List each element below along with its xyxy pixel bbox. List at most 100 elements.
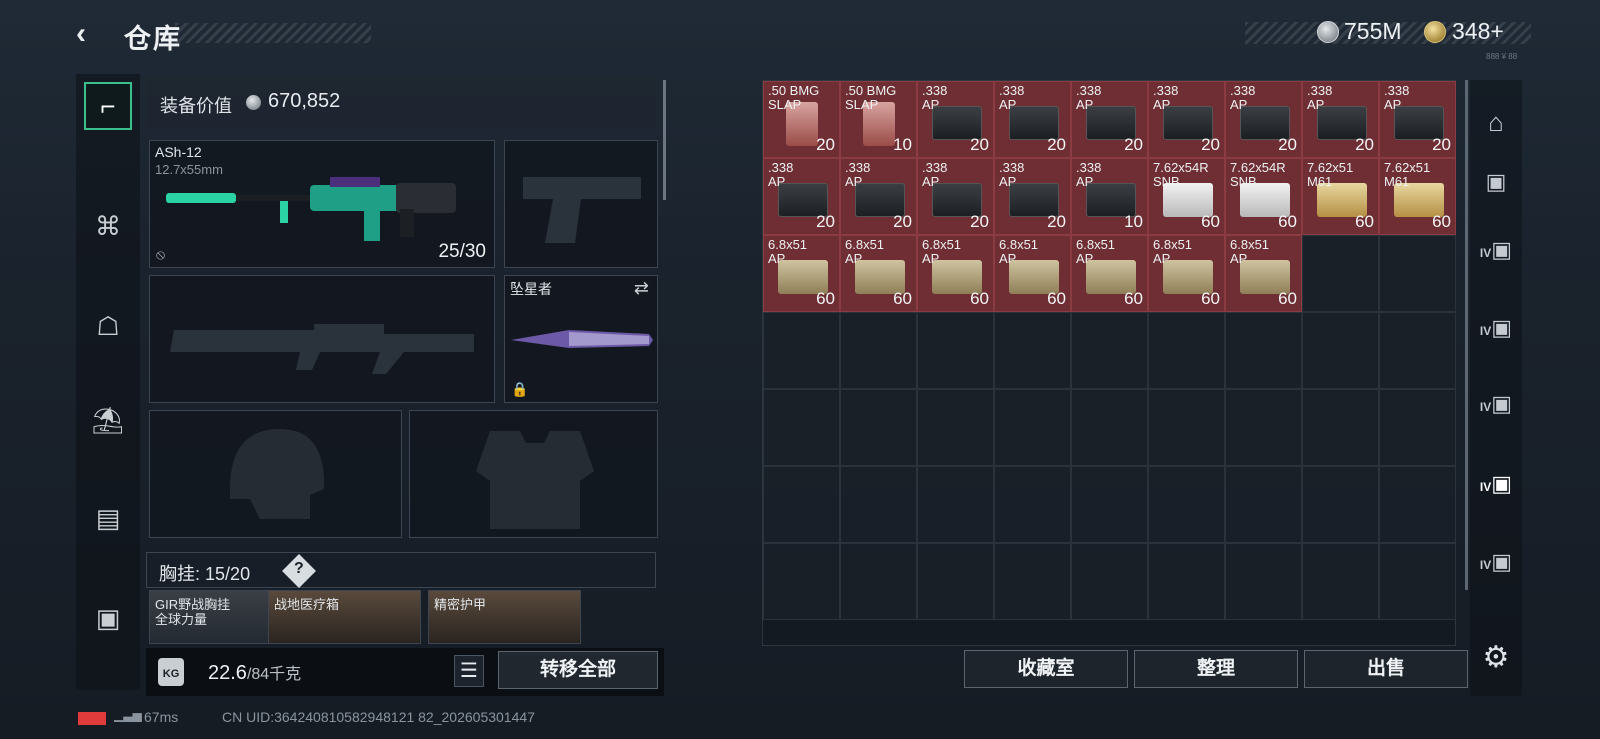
ammo-name: .338 AP <box>922 160 948 189</box>
ammo-item[interactable]: .338 AP 20 <box>763 158 840 235</box>
tab-toolbox-icon[interactable]: ▣ <box>84 594 132 642</box>
stash-cell[interactable] <box>917 466 994 543</box>
tab-container-icon[interactable]: ▤ <box>84 494 132 542</box>
equipment-scrollbar[interactable] <box>663 80 666 200</box>
ammo-item[interactable]: 6.8x51 AP 60 <box>917 235 994 312</box>
ammo-item[interactable]: .338 AP 20 <box>1225 81 1302 158</box>
pistol-slot[interactable] <box>504 140 658 268</box>
tab-chest-rig-icon[interactable]: ⌘ <box>84 202 132 250</box>
case-icon[interactable]: IV▣ <box>1476 464 1516 504</box>
chest-item[interactable]: 精密护甲 <box>428 590 581 644</box>
collection-room-button[interactable]: 收藏室 <box>964 650 1128 688</box>
chest-item[interactable]: 战地医疗箱 <box>268 590 421 644</box>
ammo-item[interactable]: .338 AP 20 <box>1071 81 1148 158</box>
tab-bag-icon[interactable]: ⛱ <box>84 396 132 444</box>
settings-gear-icon[interactable]: ⚙ <box>1478 640 1514 676</box>
ammo-item[interactable]: 6.8x51 AP 60 <box>1225 235 1302 312</box>
melee-slot[interactable]: 坠星者 ⇄ 🔒 <box>504 275 658 403</box>
ammo-item[interactable]: .338 AP 20 <box>1379 81 1456 158</box>
ammo-item[interactable]: 6.8x51 AP 60 <box>1071 235 1148 312</box>
stash-cell[interactable] <box>994 389 1071 466</box>
stash-cell[interactable] <box>1148 466 1225 543</box>
stash-cell[interactable] <box>1379 312 1456 389</box>
rifle-silhouette-icon <box>170 324 474 374</box>
stash-cell[interactable] <box>763 543 840 620</box>
add-coins-button[interactable]: + <box>1490 18 1503 44</box>
back-button[interactable]: ‹ <box>76 18 106 50</box>
ammo-item[interactable]: .338 AP 20 <box>1302 81 1379 158</box>
stash-cell[interactable] <box>1302 543 1379 620</box>
case-icon[interactable]: ▣ <box>1476 162 1516 202</box>
sort-button[interactable]: 整理 <box>1134 650 1298 688</box>
stash-cell[interactable] <box>917 312 994 389</box>
ammo-item[interactable]: .338 AP 20 <box>840 158 917 235</box>
stash-cell[interactable] <box>994 312 1071 389</box>
stash-cell[interactable] <box>1302 235 1379 312</box>
stash-cell[interactable] <box>840 389 917 466</box>
premium-coin-amount[interactable]: 348+ <box>1452 18 1504 45</box>
stash-cell[interactable] <box>1071 389 1148 466</box>
stash-cell[interactable] <box>917 543 994 620</box>
ammo-item[interactable]: .50 BMG SLAP 10 <box>840 81 917 158</box>
stash-cell[interactable] <box>840 466 917 543</box>
ammo-item[interactable]: .338 AP 20 <box>994 158 1071 235</box>
ammo-item[interactable]: 6.8x51 AP 60 <box>840 235 917 312</box>
ammo-item[interactable]: 7.62x51 M61 60 <box>1302 158 1379 235</box>
ammo-item[interactable]: 6.8x51 AP 60 <box>763 235 840 312</box>
ammo-item[interactable]: 7.62x54R SNB 60 <box>1225 158 1302 235</box>
ammo-item[interactable]: 7.62x51 M61 60 <box>1379 158 1456 235</box>
case-icon[interactable]: IV▣ <box>1476 384 1516 424</box>
ammo-item[interactable]: .338 AP 20 <box>917 81 994 158</box>
tab-weapons-pistol-icon[interactable]: ⌐ <box>84 82 132 130</box>
stash-cell[interactable] <box>1379 466 1456 543</box>
stash-cell[interactable] <box>1071 543 1148 620</box>
helmet-slot[interactable] <box>149 410 402 538</box>
case-icon[interactable]: IV▣ <box>1476 308 1516 348</box>
stash-cell[interactable] <box>763 466 840 543</box>
primary-weapon-slot[interactable]: ASh-12 12.7x55mm ⦸ 25/30 <box>149 140 495 268</box>
stash-scrollbar[interactable] <box>1465 80 1468 590</box>
stash-cell[interactable] <box>917 389 994 466</box>
stash-cell[interactable] <box>763 389 840 466</box>
armor-slot[interactable] <box>409 410 658 538</box>
ammo-item[interactable]: .50 BMG SLAP 20 <box>763 81 840 158</box>
stash-cell[interactable] <box>1302 312 1379 389</box>
list-view-button[interactable]: ☰ <box>454 655 484 687</box>
sell-button[interactable]: 出售 <box>1304 650 1468 688</box>
stash-cell[interactable] <box>1071 312 1148 389</box>
stash-cell[interactable] <box>840 543 917 620</box>
ammo-item[interactable]: .338 AP 20 <box>994 81 1071 158</box>
ammo-item[interactable]: 6.8x51 AP 60 <box>994 235 1071 312</box>
swap-icon[interactable]: ⇄ <box>634 278 649 299</box>
stash-cell[interactable] <box>1302 466 1379 543</box>
stash-cell[interactable] <box>840 312 917 389</box>
ammo-item[interactable]: 6.8x51 AP 60 <box>1148 235 1225 312</box>
stash-cell[interactable] <box>1379 543 1456 620</box>
stash-cell[interactable] <box>1302 389 1379 466</box>
ammo-item[interactable]: .338 AP 20 <box>917 158 994 235</box>
case-icon[interactable]: IV▣ <box>1476 230 1516 270</box>
stash-cell[interactable] <box>1071 466 1148 543</box>
stash-cell[interactable] <box>763 312 840 389</box>
stash-cell[interactable] <box>994 543 1071 620</box>
ammo-item[interactable]: 7.62x54R SNB 60 <box>1148 158 1225 235</box>
stash-cell[interactable] <box>1225 312 1302 389</box>
tab-backpack-icon[interactable]: ☖ <box>84 302 132 350</box>
stash-cell[interactable] <box>1379 235 1456 312</box>
secondary-weapon-slot[interactable] <box>149 275 495 403</box>
stash-cell[interactable] <box>1148 543 1225 620</box>
stash-cell[interactable] <box>1225 466 1302 543</box>
case-icon[interactable]: IV▣ <box>1476 542 1516 582</box>
help-icon[interactable]: ? <box>294 560 304 578</box>
stash-cell[interactable] <box>1148 312 1225 389</box>
stash-cell[interactable] <box>1148 389 1225 466</box>
stash-cell[interactable] <box>1379 389 1456 466</box>
transfer-all-button[interactable]: 转移全部 <box>498 651 658 689</box>
stash-cell[interactable] <box>994 466 1071 543</box>
chest-item-label: 战地医疗箱 <box>274 597 340 612</box>
ammo-item[interactable]: .338 AP 20 <box>1148 81 1225 158</box>
ammo-item[interactable]: .338 AP 10 <box>1071 158 1148 235</box>
stash-cell[interactable] <box>1225 543 1302 620</box>
stash-cell[interactable] <box>1225 389 1302 466</box>
vault-icon[interactable]: ⌂ <box>1476 102 1516 142</box>
